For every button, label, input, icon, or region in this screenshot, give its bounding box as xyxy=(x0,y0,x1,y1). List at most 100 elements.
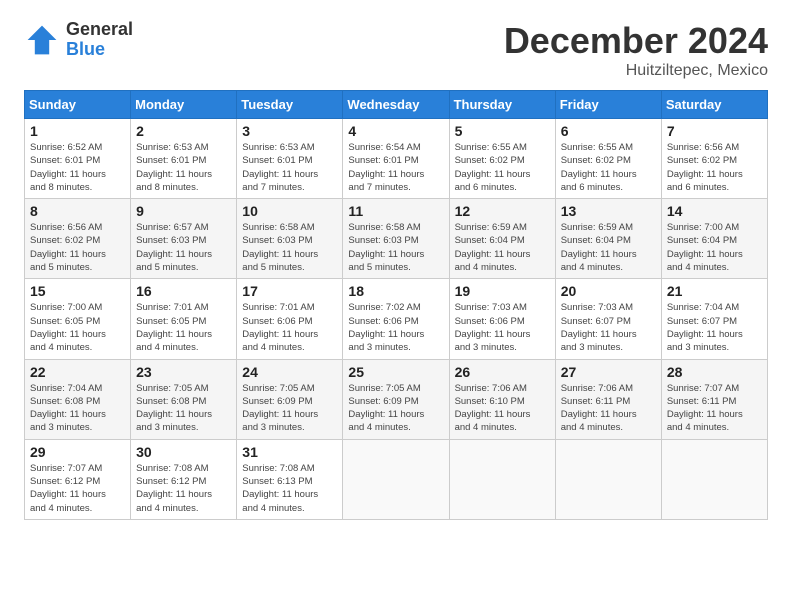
weekday-header-thursday: Thursday xyxy=(449,91,555,119)
calendar-cell: 17Sunrise: 7:01 AM Sunset: 6:06 PM Dayli… xyxy=(237,279,343,359)
day-info: Sunrise: 7:08 AM Sunset: 6:13 PM Dayligh… xyxy=(242,462,337,515)
day-info: Sunrise: 7:05 AM Sunset: 6:09 PM Dayligh… xyxy=(348,382,443,435)
calendar-cell: 28 Sunrise: 7:07 AM Sunset: 6:11 PM Dayli… xyxy=(661,359,767,439)
day-number: 8 xyxy=(30,203,125,219)
day-info: Sunrise: 7:05 AM Sunset: 6:08 PM Dayligh… xyxy=(136,382,231,435)
logo-general: General xyxy=(66,20,133,40)
month-title: December 2024 xyxy=(504,20,768,62)
day-info: Sunrise: 6:52 AM Sunset: 6:01 PM Dayligh… xyxy=(30,141,125,194)
calendar-week-2: 8 Sunrise: 6:56 AM Sunset: 6:02 PM Daylig… xyxy=(25,199,768,279)
day-number: 31 xyxy=(242,444,337,460)
calendar-cell: 31 Sunrise: 7:08 AM Sunset: 6:13 PM Dayli… xyxy=(237,439,343,519)
day-number: 14 xyxy=(667,203,762,219)
day-info: Sunrise: 7:01 AM Sunset: 6:05 PM Dayligh… xyxy=(136,301,231,354)
calendar-cell: 20 Sunrise: 7:03 AM Sunset: 6:07 PM Dayli… xyxy=(555,279,661,359)
weekday-header-tuesday: Tuesday xyxy=(237,91,343,119)
day-number: 13 xyxy=(561,203,656,219)
day-number: 5 xyxy=(455,123,550,139)
calendar-cell: 16 Sunrise: 7:01 AM Sunset: 6:05 PM Dayli… xyxy=(131,279,237,359)
calendar-cell: 23Sunrise: 7:05 AM Sunset: 6:08 PM Dayli… xyxy=(131,359,237,439)
calendar-cell: 26Sunrise: 7:06 AM Sunset: 6:10 PM Dayli… xyxy=(449,359,555,439)
day-number: 21 xyxy=(667,283,762,299)
day-number: 10 xyxy=(242,203,337,219)
calendar-cell: 22 Sunrise: 7:04 AM Sunset: 6:08 PM Dayli… xyxy=(25,359,131,439)
calendar-cell xyxy=(661,439,767,519)
calendar-cell xyxy=(449,439,555,519)
day-info: Sunrise: 6:56 AM Sunset: 6:02 PM Dayligh… xyxy=(667,141,762,194)
calendar-cell: 5 Sunrise: 6:55 AM Sunset: 6:02 PM Daylig… xyxy=(449,119,555,199)
day-number: 19 xyxy=(455,283,550,299)
day-info: Sunrise: 6:59 AM Sunset: 6:04 PM Dayligh… xyxy=(455,221,550,274)
day-info: Sunrise: 7:00 AM Sunset: 6:04 PM Dayligh… xyxy=(667,221,762,274)
calendar-cell: 25 Sunrise: 7:05 AM Sunset: 6:09 PM Dayli… xyxy=(343,359,449,439)
day-info: Sunrise: 7:04 AM Sunset: 6:07 PM Dayligh… xyxy=(667,301,762,354)
day-number: 9 xyxy=(136,203,231,219)
day-number: 4 xyxy=(348,123,443,139)
day-info: Sunrise: 6:53 AM Sunset: 6:01 PM Dayligh… xyxy=(242,141,337,194)
calendar-cell: 1 Sunrise: 6:52 AM Sunset: 6:01 PM Daylig… xyxy=(25,119,131,199)
day-info: Sunrise: 7:00 AM Sunset: 6:05 PM Dayligh… xyxy=(30,301,125,354)
day-info: Sunrise: 7:03 AM Sunset: 6:07 PM Dayligh… xyxy=(561,301,656,354)
day-info: Sunrise: 6:58 AM Sunset: 6:03 PM Dayligh… xyxy=(348,221,443,274)
day-number: 24 xyxy=(242,364,337,380)
day-number: 20 xyxy=(561,283,656,299)
logo-text: General Blue xyxy=(66,20,133,60)
day-number: 6 xyxy=(561,123,656,139)
day-info: Sunrise: 6:57 AM Sunset: 6:03 PM Dayligh… xyxy=(136,221,231,274)
calendar-cell: 4 Sunrise: 6:54 AM Sunset: 6:01 PM Daylig… xyxy=(343,119,449,199)
logo: General Blue xyxy=(24,20,133,60)
calendar-cell: 10Sunrise: 6:58 AM Sunset: 6:03 PM Dayli… xyxy=(237,199,343,279)
calendar-cell: 19 Sunrise: 7:03 AM Sunset: 6:06 PM Dayli… xyxy=(449,279,555,359)
calendar-cell: 11Sunrise: 6:58 AM Sunset: 6:03 PM Dayli… xyxy=(343,199,449,279)
day-info: Sunrise: 7:06 AM Sunset: 6:11 PM Dayligh… xyxy=(561,382,656,435)
location-title: Huitziltepec, Mexico xyxy=(504,62,768,80)
calendar-cell: 3 Sunrise: 6:53 AM Sunset: 6:01 PM Daylig… xyxy=(237,119,343,199)
calendar-cell: 9 Sunrise: 6:57 AM Sunset: 6:03 PM Daylig… xyxy=(131,199,237,279)
logo-blue: Blue xyxy=(66,40,133,60)
day-number: 28 xyxy=(667,364,762,380)
day-info: Sunrise: 7:01 AM Sunset: 6:06 PM Dayligh… xyxy=(242,301,337,354)
day-info: Sunrise: 6:55 AM Sunset: 6:02 PM Dayligh… xyxy=(455,141,550,194)
calendar-cell xyxy=(343,439,449,519)
calendar-cell: 12 Sunrise: 6:59 AM Sunset: 6:04 PM Dayli… xyxy=(449,199,555,279)
calendar-cell: 29 Sunrise: 7:07 AM Sunset: 6:12 PM Dayli… xyxy=(25,439,131,519)
day-info: Sunrise: 6:53 AM Sunset: 6:01 PM Dayligh… xyxy=(136,141,231,194)
title-area: December 2024 Huitziltepec, Mexico xyxy=(504,20,768,80)
calendar-cell: 14 Sunrise: 7:00 AM Sunset: 6:04 PM Dayli… xyxy=(661,199,767,279)
day-info: Sunrise: 7:07 AM Sunset: 6:12 PM Dayligh… xyxy=(30,462,125,515)
calendar-table: SundayMondayTuesdayWednesdayThursdayFrid… xyxy=(24,90,768,520)
day-number: 30 xyxy=(136,444,231,460)
weekday-header-saturday: Saturday xyxy=(661,91,767,119)
calendar-week-4: 22 Sunrise: 7:04 AM Sunset: 6:08 PM Dayli… xyxy=(25,359,768,439)
day-number: 22 xyxy=(30,364,125,380)
calendar-cell: 30 Sunrise: 7:08 AM Sunset: 6:12 PM Dayli… xyxy=(131,439,237,519)
calendar-week-1: 1 Sunrise: 6:52 AM Sunset: 6:01 PM Daylig… xyxy=(25,119,768,199)
day-info: Sunrise: 6:54 AM Sunset: 6:01 PM Dayligh… xyxy=(348,141,443,194)
day-number: 29 xyxy=(30,444,125,460)
calendar-cell: 24 Sunrise: 7:05 AM Sunset: 6:09 PM Dayli… xyxy=(237,359,343,439)
calendar-week-5: 29 Sunrise: 7:07 AM Sunset: 6:12 PM Dayli… xyxy=(25,439,768,519)
day-number: 15 xyxy=(30,283,125,299)
day-number: 1 xyxy=(30,123,125,139)
day-info: Sunrise: 6:56 AM Sunset: 6:02 PM Dayligh… xyxy=(30,221,125,274)
day-info: Sunrise: 7:03 AM Sunset: 6:06 PM Dayligh… xyxy=(455,301,550,354)
calendar-cell: 13 Sunrise: 6:59 AM Sunset: 6:04 PM Dayli… xyxy=(555,199,661,279)
day-info: Sunrise: 7:08 AM Sunset: 6:12 PM Dayligh… xyxy=(136,462,231,515)
calendar-cell xyxy=(555,439,661,519)
day-info: Sunrise: 7:02 AM Sunset: 6:06 PM Dayligh… xyxy=(348,301,443,354)
day-info: Sunrise: 7:04 AM Sunset: 6:08 PM Dayligh… xyxy=(30,382,125,435)
day-info: Sunrise: 7:07 AM Sunset: 6:11 PM Dayligh… xyxy=(667,382,762,435)
weekday-header-friday: Friday xyxy=(555,91,661,119)
calendar-cell: 7Sunrise: 6:56 AM Sunset: 6:02 PM Daylig… xyxy=(661,119,767,199)
calendar-cell: 2Sunrise: 6:53 AM Sunset: 6:01 PM Daylig… xyxy=(131,119,237,199)
weekday-header-sunday: Sunday xyxy=(25,91,131,119)
day-number: 25 xyxy=(348,364,443,380)
day-info: Sunrise: 6:59 AM Sunset: 6:04 PM Dayligh… xyxy=(561,221,656,274)
day-number: 12 xyxy=(455,203,550,219)
calendar-cell: 6Sunrise: 6:55 AM Sunset: 6:02 PM Daylig… xyxy=(555,119,661,199)
day-number: 16 xyxy=(136,283,231,299)
day-info: Sunrise: 7:05 AM Sunset: 6:09 PM Dayligh… xyxy=(242,382,337,435)
calendar-cell: 8 Sunrise: 6:56 AM Sunset: 6:02 PM Daylig… xyxy=(25,199,131,279)
calendar-cell: 21 Sunrise: 7:04 AM Sunset: 6:07 PM Dayli… xyxy=(661,279,767,359)
day-number: 3 xyxy=(242,123,337,139)
